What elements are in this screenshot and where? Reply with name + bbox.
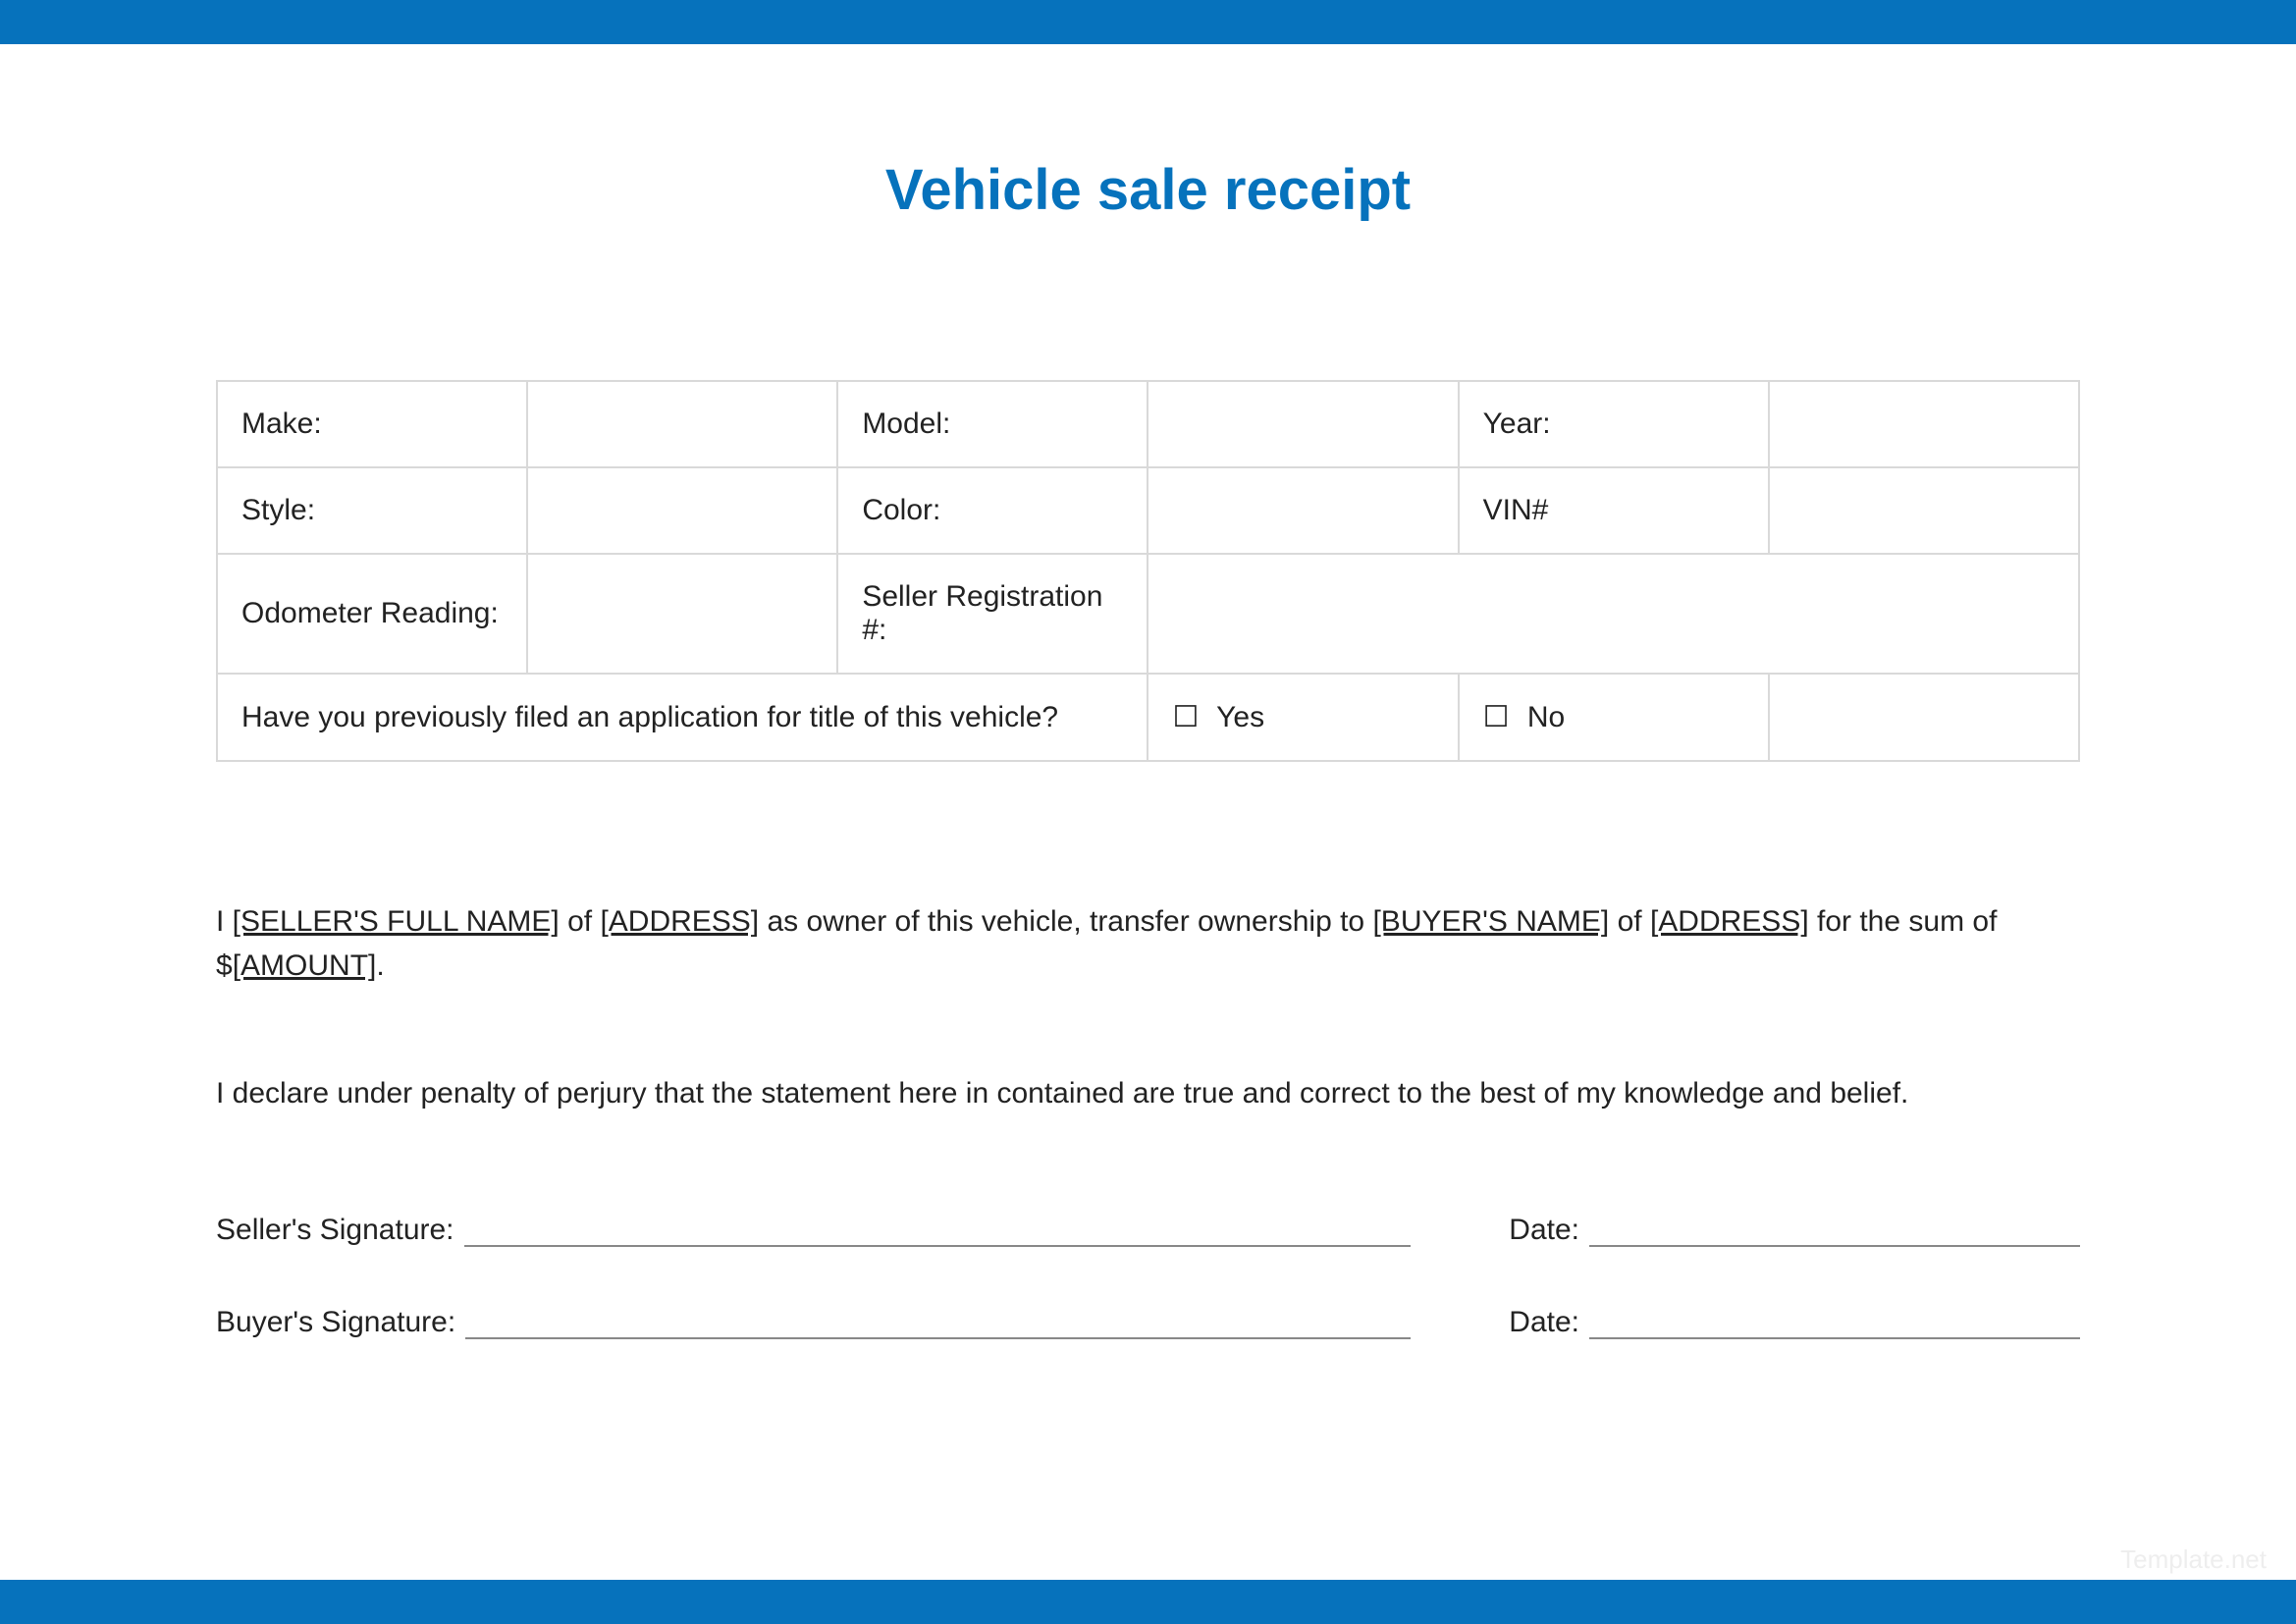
seller-signature-line[interactable]: [464, 1218, 1412, 1247]
bottom-bar: [0, 1580, 2296, 1624]
year-value[interactable]: [1769, 381, 2079, 467]
top-bar: [0, 0, 2296, 44]
seller-signature-row: Seller's Signature: Date:: [216, 1214, 2080, 1247]
checkbox-icon: ☐: [1483, 700, 1510, 734]
color-value[interactable]: [1148, 467, 1458, 554]
style-label: Style:: [217, 467, 527, 554]
vehicle-info-table: Make: Model: Year: Style: Color: VIN# Od…: [216, 380, 2080, 762]
model-label: Model:: [837, 381, 1148, 467]
model-value[interactable]: [1148, 381, 1458, 467]
page-title: Vehicle sale receipt: [216, 157, 2080, 223]
seller-signature-label: Seller's Signature:: [216, 1214, 464, 1247]
yes-label: Yes: [1216, 701, 1264, 733]
buyer-name-placeholder[interactable]: [BUYER'S NAME]: [1372, 905, 1609, 938]
buyer-date-label: Date:: [1509, 1306, 1589, 1339]
page-container: Vehicle sale receipt Make: Model: Year: …: [0, 44, 2296, 1339]
seller-address-placeholder[interactable]: [ADDRESS]: [600, 905, 759, 938]
watermark: Template.net: [2120, 1544, 2267, 1575]
buyer-date-line[interactable]: [1589, 1310, 2080, 1339]
table-row: Make: Model: Year:: [217, 381, 2079, 467]
make-label: Make:: [217, 381, 527, 467]
seller-date-label: Date:: [1509, 1214, 1589, 1247]
amount-placeholder[interactable]: [AMOUNT]: [233, 949, 377, 982]
table-row: Have you previously filed an application…: [217, 674, 2079, 761]
buyer-signature-label: Buyer's Signature:: [216, 1306, 465, 1339]
buyer-address-placeholder[interactable]: [ADDRESS]: [1650, 905, 1809, 938]
odometer-label: Odometer Reading:: [217, 554, 527, 674]
make-value[interactable]: [527, 381, 837, 467]
table-row: Odometer Reading: Seller Registration #:: [217, 554, 2079, 674]
vin-value[interactable]: [1769, 467, 2079, 554]
color-label: Color:: [837, 467, 1148, 554]
transfer-statement: I [SELLER'S FULL NAME] of [ADDRESS] as o…: [216, 899, 2080, 988]
year-label: Year:: [1459, 381, 1769, 467]
yes-cell[interactable]: ☐ Yes: [1148, 674, 1458, 761]
buyer-signature-line[interactable]: [465, 1310, 1411, 1339]
seller-date-line[interactable]: [1589, 1218, 2080, 1247]
style-value[interactable]: [527, 467, 837, 554]
odometer-value[interactable]: [527, 554, 837, 674]
vin-label: VIN#: [1459, 467, 1769, 554]
seller-reg-label: Seller Registration #:: [837, 554, 1148, 674]
no-label: No: [1527, 701, 1565, 733]
no-cell[interactable]: ☐ No: [1459, 674, 1769, 761]
seller-reg-value[interactable]: [1148, 554, 2079, 674]
empty-cell: [1769, 674, 2079, 761]
table-row: Style: Color: VIN#: [217, 467, 2079, 554]
seller-name-placeholder[interactable]: [SELLER'S FULL NAME]: [233, 905, 560, 938]
buyer-signature-row: Buyer's Signature: Date:: [216, 1306, 2080, 1339]
declaration-statement: I declare under penalty of perjury that …: [216, 1071, 2080, 1115]
checkbox-icon: ☐: [1172, 700, 1199, 734]
title-question-label: Have you previously filed an application…: [217, 674, 1148, 761]
